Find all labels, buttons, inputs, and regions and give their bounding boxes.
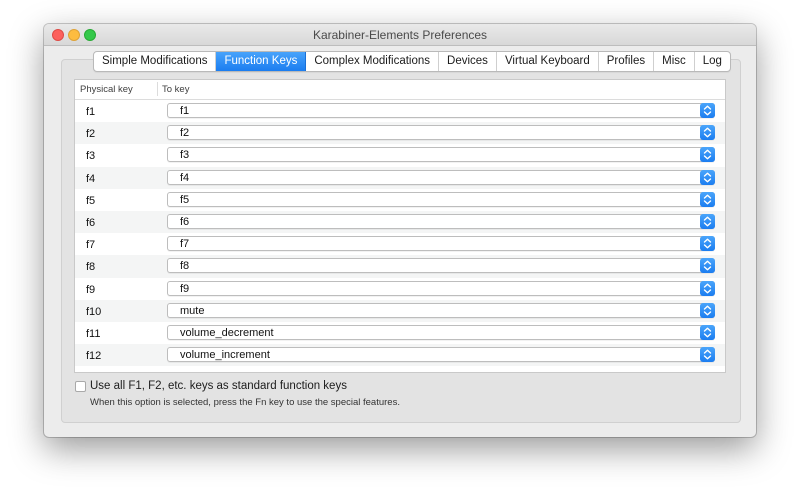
to-key-value: volume_increment: [180, 349, 270, 362]
physical-key-label: f10: [86, 305, 102, 318]
option-help-text: When this option is selected, press the …: [90, 397, 400, 408]
physical-key-label: f2: [86, 128, 96, 141]
physical-key-label: f11: [86, 327, 101, 340]
table-header: Physical key To key: [75, 80, 725, 100]
physical-key-label: f9: [86, 283, 96, 296]
chevron-up-down-icon[interactable]: [700, 147, 715, 163]
physical-key-label: f4: [86, 172, 96, 185]
tab-log[interactable]: Log: [695, 52, 730, 71]
table-row[interactable]: f7 f7: [75, 233, 725, 255]
function-keys-table: Physical key To key f1 f1 f2 f2 f3 f3 f4 f4 f5 f5…: [74, 79, 726, 373]
chevron-up-down-icon[interactable]: [700, 236, 715, 252]
to-key-select[interactable]: f1: [167, 103, 715, 118]
to-key-value: f4: [180, 171, 190, 184]
physical-key-label: f6: [86, 216, 96, 229]
chevron-up-down-icon[interactable]: [700, 125, 715, 141]
to-key-value: volume_decrement: [180, 326, 274, 339]
tab-devices[interactable]: Devices: [439, 52, 497, 71]
column-divider[interactable]: [157, 82, 158, 96]
table-row[interactable]: f4 f4: [75, 166, 725, 189]
to-key-value: f6: [180, 215, 190, 228]
to-key-select[interactable]: mute: [167, 302, 715, 318]
physical-key-label: f12: [86, 350, 102, 363]
chevron-up-down-icon[interactable]: [700, 103, 715, 118]
table-row[interactable]: f1 f1: [75, 100, 725, 122]
chevron-up-down-icon[interactable]: [700, 258, 715, 274]
chevron-up-down-icon[interactable]: [700, 324, 715, 340]
physical-key-label: f7: [86, 239, 96, 252]
tab-function-keys[interactable]: Function Keys: [216, 52, 307, 71]
to-key-select[interactable]: f9: [167, 280, 715, 296]
to-key-value: f8: [180, 260, 190, 273]
physical-key-label: f8: [86, 261, 96, 274]
chevron-up-down-icon[interactable]: [700, 169, 715, 185]
to-key-value: f9: [180, 282, 190, 295]
column-header-to-key[interactable]: To key: [162, 84, 189, 95]
chevron-up-down-icon[interactable]: [700, 191, 715, 207]
to-key-select[interactable]: f4: [167, 169, 715, 185]
physical-key-label: f5: [86, 194, 96, 207]
table-row[interactable]: f9 f9: [75, 278, 725, 300]
to-key-select[interactable]: f8: [167, 258, 715, 274]
table-row[interactable]: f12 volume_increment: [75, 344, 725, 367]
table-row[interactable]: f3 f3: [75, 144, 725, 166]
to-key-select[interactable]: f5: [167, 191, 715, 207]
chevron-up-down-icon[interactable]: [700, 347, 715, 363]
table-row[interactable]: f8 f8: [75, 255, 725, 278]
tab-profiles[interactable]: Profiles: [599, 52, 655, 71]
to-key-select[interactable]: volume_decrement: [167, 324, 715, 340]
table-row[interactable]: f2 f2: [75, 122, 725, 145]
column-header-physical-key[interactable]: Physical key: [80, 84, 133, 95]
to-key-select[interactable]: f3: [167, 147, 715, 163]
to-key-value: f7: [180, 238, 190, 251]
to-key-value: f2: [180, 127, 190, 140]
tab-simple-modifications[interactable]: Simple Modifications: [94, 52, 217, 71]
to-key-select[interactable]: f6: [167, 213, 715, 229]
to-key-select[interactable]: volume_increment: [167, 347, 715, 363]
to-key-value: mute: [180, 304, 205, 317]
table-row[interactable]: f6 f6: [75, 210, 725, 234]
standard-function-keys-checkbox[interactable]: [75, 381, 86, 392]
tab-virtual-keyboard[interactable]: Virtual Keyboard: [497, 52, 599, 71]
tab-misc[interactable]: Misc: [654, 52, 695, 71]
chevron-up-down-icon[interactable]: [700, 280, 715, 296]
to-key-select[interactable]: f2: [167, 125, 715, 141]
table-rows: f1 f1 f2 f2 f3 f3 f4 f4 f5 f5 f6 f6 f7 f7 f8 f8 f9 f9 f10 m…: [75, 100, 725, 367]
preferences-window: Karabiner-Elements Preferences Simple Mo…: [44, 24, 756, 437]
physical-key-label: f3: [86, 150, 96, 163]
tab-bar: Simple Modifications Function Keys Complex…: [93, 51, 731, 72]
window-title: Karabiner-Elements Preferences: [312, 28, 488, 42]
to-key-value: f3: [180, 149, 190, 162]
tab-complex-modifications[interactable]: Complex Modifications: [306, 52, 440, 71]
table-row[interactable]: f11 volume_decrement: [75, 322, 725, 344]
title-bar[interactable]: Karabiner-Elements Preferences: [44, 24, 756, 46]
to-key-value: f5: [180, 193, 190, 206]
table-row[interactable]: f10 mute: [75, 299, 725, 322]
to-key-select[interactable]: f7: [167, 236, 715, 252]
table-row[interactable]: f5 f5: [75, 189, 725, 211]
standard-function-keys-label[interactable]: Use all F1, F2, etc. keys as standard fu…: [90, 380, 347, 392]
chevron-up-down-icon[interactable]: [700, 213, 715, 229]
chevron-up-down-icon[interactable]: [700, 302, 715, 318]
physical-key-label: f1: [86, 106, 96, 118]
to-key-value: f1: [180, 105, 190, 117]
